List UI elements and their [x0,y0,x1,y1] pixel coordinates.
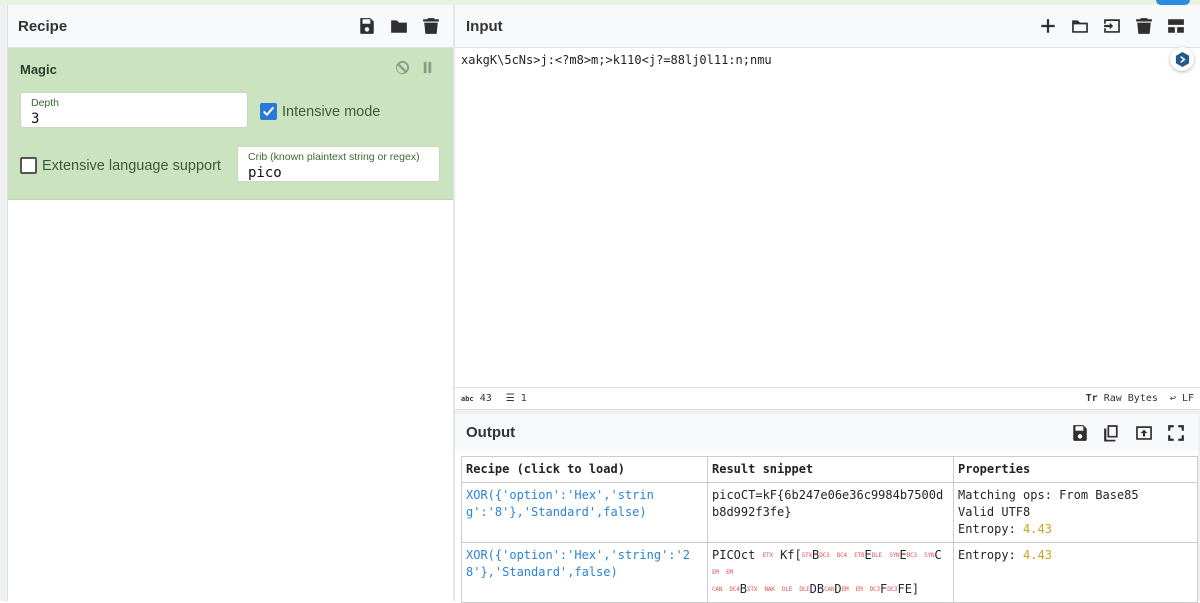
recipe-title: Recipe [18,17,68,35]
trash-icon[interactable] [1134,16,1154,36]
input-textarea[interactable]: xakgK\5cNs>j:<?m8>m;>k110<j?=88lj0l11:n;… [461,53,772,67]
replace-input-icon[interactable] [1134,423,1154,443]
depth-label: Depth [31,97,60,109]
depth-field[interactable]: Depth 3 [20,92,248,128]
properties-cell: Matching ops: From Base85 Valid UTF8 Ent… [953,482,1198,543]
left-gutter [0,5,8,601]
check-icon[interactable] [260,103,277,120]
result-snippet: PICOct ETX Kf[STXBDC3 DC4 ETBEDLE SYNEDC… [707,542,954,603]
col-snippet-header: Result snippet [707,456,954,483]
magic-results-table: Recipe (click to load) Result snippet Pr… [461,456,1198,603]
output-header: Output [455,414,1200,451]
col-properties-header: Properties [953,456,1198,483]
layout-icon[interactable] [1166,16,1186,36]
output-title: Output [466,424,516,441]
recipe-panel: Recipe Magic Depth 3 Intensive mode Exte… [8,5,453,601]
line-count: ☰ 1 [505,393,527,404]
disable-icon[interactable] [395,60,410,80]
magic-operation: Magic Depth 3 Intensive mode Extensive l… [8,48,453,200]
folder-icon[interactable] [1070,16,1090,36]
extensive-language-label: Extensive language support [42,157,221,174]
crib-value[interactable]: pico [248,165,429,181]
text-format-icon: Tr [1085,393,1098,404]
raw-bytes-toggle[interactable]: Tr Raw Bytes [1086,393,1158,404]
intensive-mode-checkbox[interactable]: Intensive mode [260,103,380,120]
pause-icon[interactable] [420,60,435,80]
entropy-value: 4.43 [1023,522,1052,536]
checkbox-empty-icon[interactable] [20,157,37,174]
input-statusbar: abc 43 ☰ 1 Tr Raw Bytes ↩ LF [455,387,1200,409]
crib-field[interactable]: Crib (known plaintext string or regex) p… [237,146,440,182]
lines-icon: ☰ [505,393,515,404]
properties-cell: Entropy: 4.43 [953,542,1198,603]
input-title: Input [466,17,503,35]
folder-icon[interactable] [389,16,409,36]
eol-selector[interactable]: ↩ LF [1170,393,1194,404]
crib-label: Crib (known plaintext string or regex) [248,151,420,163]
input-header: Input [455,5,1200,48]
col-recipe-header: Recipe (click to load) [461,456,708,483]
import-icon[interactable] [1102,16,1122,36]
copy-icon[interactable] [1102,423,1122,443]
plus-icon[interactable] [1038,16,1058,36]
save-icon[interactable] [357,16,377,36]
trash-icon[interactable] [421,16,441,36]
recipe-header: Recipe [8,5,453,48]
extensive-language-checkbox[interactable]: Extensive language support [20,157,221,174]
result-snippet: picoCT=kF{6b247e06e36c9984b7500db8d992f3… [707,482,954,543]
intensive-mode-label: Intensive mode [282,103,381,120]
save-icon[interactable] [1070,423,1090,443]
output-panel: Output Recipe (click to load) Result sni… [455,414,1200,603]
depth-value[interactable]: 3 [31,111,237,127]
table-row: XOR({'option':'Hex','string':'28'},'Stan… [461,542,1198,603]
input-panel: Input xakgK\5cNs>j:<?m8>m;>k110<j?=88lj0… [455,5,1200,409]
recipe-link[interactable]: XOR({'option':'Hex','string':'8'},'Stand… [461,482,708,543]
operation-title: Magic [20,62,57,77]
cyberchef-icon[interactable] [1170,47,1194,71]
entropy-value: 4.43 [1023,548,1052,562]
fullscreen-icon[interactable] [1166,423,1186,443]
char-count: abc 43 [461,393,492,404]
recipe-link[interactable]: XOR({'option':'Hex','string':'28'},'Stan… [461,542,708,603]
table-row: XOR({'option':'Hex','string':'8'},'Stand… [461,482,1198,543]
return-icon: ↩ [1169,393,1176,404]
